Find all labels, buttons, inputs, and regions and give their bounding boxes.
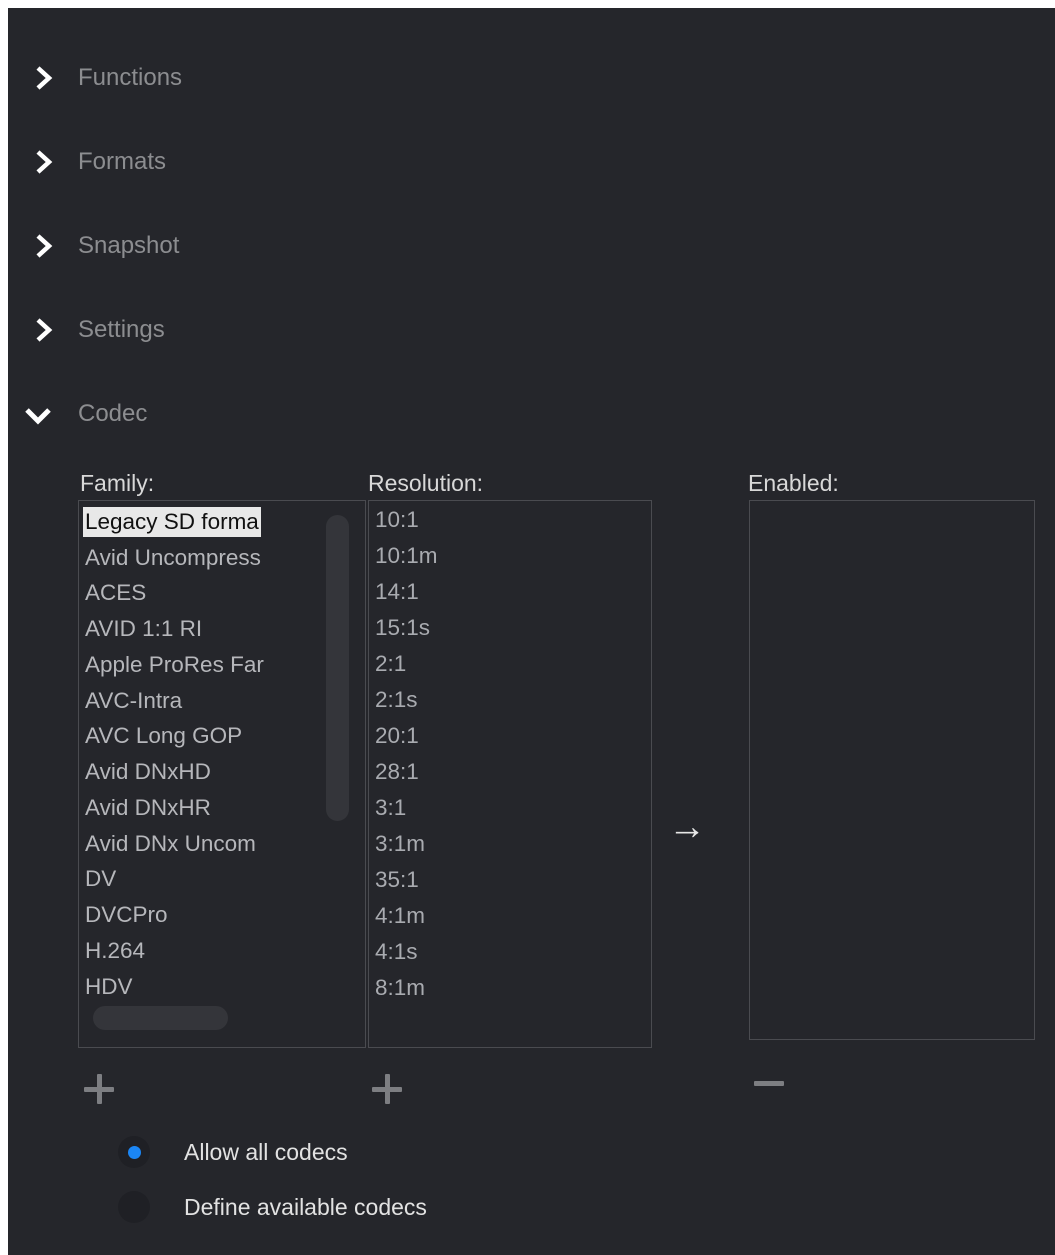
list-item[interactable]: AVC-Intra: [85, 686, 182, 716]
list-item[interactable]: DVCPro: [85, 900, 168, 930]
section-label: Functions: [78, 64, 183, 91]
add-family-button[interactable]: [80, 1070, 120, 1110]
list-item[interactable]: 28:1: [375, 757, 419, 787]
list-item[interactable]: 4:1s: [375, 937, 418, 967]
enabled-list[interactable]: [749, 500, 1035, 1040]
list-item[interactable]: Avid DNx Uncom: [85, 829, 256, 859]
list-item[interactable]: DV: [85, 864, 116, 894]
chevron-right-icon: [32, 234, 56, 258]
list-item[interactable]: 10:1: [375, 505, 419, 535]
remove-enabled-button[interactable]: [750, 1064, 790, 1104]
allow-all-codecs-radio[interactable]: Allow all codecs: [118, 1132, 348, 1172]
list-item[interactable]: ACES: [85, 578, 146, 608]
chevron-right-icon: [32, 66, 56, 90]
list-item[interactable]: 15:1s: [375, 613, 430, 643]
chevron-right-icon: [32, 318, 56, 342]
section-label: Settings: [78, 316, 165, 343]
horizontal-scrollbar[interactable]: [93, 1006, 228, 1030]
list-item[interactable]: 20:1: [375, 721, 419, 751]
list-item[interactable]: 14:1: [375, 577, 419, 607]
list-item[interactable]: Avid DNxHD: [85, 757, 211, 787]
radio-label: Allow all codecs: [184, 1138, 348, 1165]
family-list[interactable]: Legacy SD forma Avid Uncompress ACES AVI…: [78, 500, 366, 1048]
list-item[interactable]: 2:1s: [375, 685, 418, 715]
list-item[interactable]: Legacy SD forma: [83, 507, 261, 537]
list-item[interactable]: H.264: [85, 936, 145, 966]
move-to-enabled-button[interactable]: →: [668, 808, 718, 846]
list-item[interactable]: AVID 1:1 RI: [85, 614, 202, 644]
list-item[interactable]: HDV: [85, 972, 133, 1002]
list-item[interactable]: 3:1: [375, 793, 406, 823]
section-label: Formats: [78, 148, 167, 175]
define-available-codecs-radio[interactable]: Define available codecs: [118, 1187, 427, 1227]
list-item[interactable]: Avid DNxHR: [85, 793, 211, 823]
list-item[interactable]: 10:1m: [375, 541, 438, 571]
radio-label: Define available codecs: [184, 1193, 427, 1220]
list-item[interactable]: 35:1: [375, 865, 419, 895]
radio-button[interactable]: [118, 1191, 150, 1223]
list-item[interactable]: Apple ProRes Far: [85, 650, 264, 680]
list-item[interactable]: 4:1m: [375, 901, 425, 931]
chevron-right-icon: [32, 150, 56, 174]
resolution-label: Resolution:: [368, 470, 484, 496]
radio-button-selected[interactable]: [118, 1136, 150, 1168]
vertical-scrollbar[interactable]: [326, 515, 349, 821]
enabled-label: Enabled:: [748, 470, 839, 496]
chevron-down-icon: [24, 404, 52, 428]
list-item[interactable]: Avid Uncompress: [85, 543, 261, 573]
list-item[interactable]: 3:1m: [375, 829, 425, 859]
resolution-list[interactable]: 10:1 10:1m 14:1 15:1s 2:1 2:1s 20:1 28:1…: [368, 500, 652, 1048]
add-resolution-button[interactable]: [368, 1070, 408, 1110]
section-label: Snapshot: [78, 232, 180, 259]
list-item[interactable]: 8:1m: [375, 973, 425, 1003]
section-label: Codec: [78, 400, 148, 427]
arrow-right-icon: →: [668, 806, 706, 848]
list-item[interactable]: AVC Long GOP: [85, 721, 242, 751]
codec-settings-panel: Functions Formats Snapshot Settings Code…: [8, 8, 1055, 1255]
list-item[interactable]: 2:1: [375, 649, 406, 679]
family-label: Family:: [80, 470, 155, 496]
